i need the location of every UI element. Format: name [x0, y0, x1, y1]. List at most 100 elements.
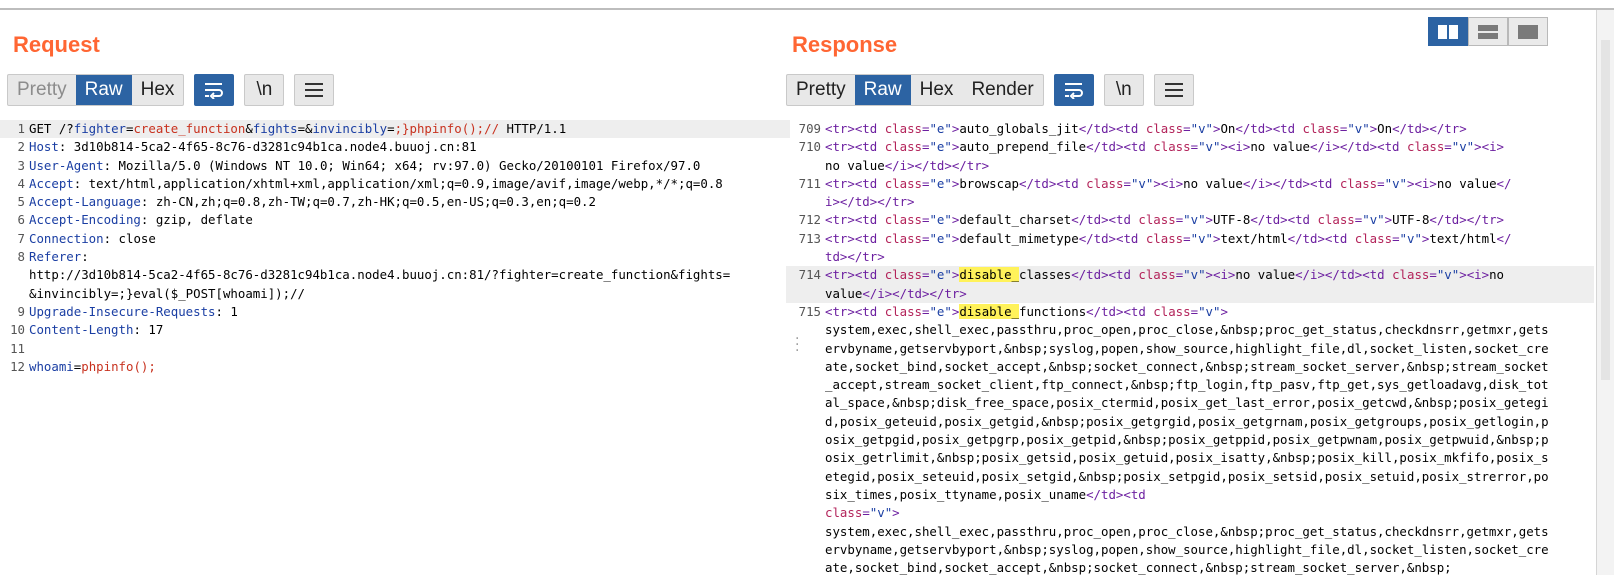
line-number: 713: [798, 230, 821, 246]
right-scrollbar[interactable]: [1596, 10, 1614, 575]
code-token: ><i>: [1153, 175, 1184, 191]
code-token: "v": [1451, 139, 1475, 155]
code-token: class: [1406, 139, 1445, 155]
code-token: class: [1153, 303, 1191, 319]
code-token: fights: [252, 121, 298, 136]
response-newline-button[interactable]: \n: [1103, 74, 1144, 106]
code-token: =: [862, 505, 870, 521]
layout-side-by-side-button[interactable]: [1428, 17, 1468, 46]
request-editor[interactable]: 1 GET /?fighter = create_function&fights=&i…: [0, 120, 790, 575]
code-token: &: [245, 121, 253, 136]
request-newline-button[interactable]: \n: [244, 74, 285, 106]
code-token: class: [1153, 139, 1191, 155]
code-token: <tr><td: [825, 212, 885, 228]
code-token: : gzip, deflate: [140, 212, 253, 228]
layout-side-by-side-icon: [1438, 24, 1458, 39]
code-token: whoami: [29, 358, 74, 374]
code-token: "v": [869, 505, 893, 521]
line-number: 709: [798, 121, 821, 136]
code-token: "e": [929, 267, 952, 283]
code-token: Referer: [29, 249, 82, 265]
hamburger-menu-icon: [1164, 83, 1183, 97]
code-token: UTF-8: [1213, 212, 1251, 228]
request-line: 4 Accept: text/html,application/xhtml+xml…: [0, 175, 790, 193]
code-token: "v": [1198, 303, 1221, 319]
code-token: "v": [1183, 267, 1206, 283]
code-token: =&: [297, 121, 313, 136]
request-tab-hex[interactable]: Hex: [132, 75, 184, 105]
code-token: auto_globals_jit: [959, 121, 1079, 136]
code-token: </td><td: [1235, 121, 1303, 136]
code-token: =: [1190, 139, 1199, 155]
response-line: 712 <tr><td class="e">default_charset</td…: [786, 211, 1594, 229]
line-content: Accept-Encoding: gzip, deflate: [27, 211, 765, 229]
code-token: class: [1354, 230, 1393, 246]
response-line: 713 <tr><td class="e">default_mimetype</t…: [786, 230, 1594, 267]
line-number: 715: [798, 303, 821, 319]
code-token: Connection: [29, 230, 104, 246]
response-tab-raw[interactable]: Raw: [854, 75, 911, 105]
request-wrap-button[interactable]: [194, 74, 235, 106]
code-token: ><i>: [1407, 175, 1437, 191]
line-number: 710: [798, 139, 821, 155]
response-line: 710 <tr><td class="e">auto_prepend_file</…: [786, 138, 1594, 175]
request-line: 5 Accept-Language: zh-CN,zh;q=0.8,zh-TW;q…: [0, 193, 790, 211]
code-token: class: [1302, 121, 1340, 136]
code-token: "v": [1384, 175, 1408, 191]
code-token: functions: [1019, 303, 1087, 319]
code-token: class: [1086, 175, 1124, 191]
code-token: no value: [1250, 139, 1310, 155]
line-content: <tr><td class="e">browscap</td><td class…: [823, 175, 1553, 212]
code-token: class: [825, 505, 863, 521]
code-token: : close: [103, 230, 156, 246]
code-token: invincibly: [312, 121, 388, 136]
code-token: : Mozilla/5.0 (Windows NT 10.0; Win64; x…: [103, 157, 701, 173]
scrollbar-thumb[interactable]: [1601, 40, 1610, 380]
code-token: </td></tr>: [1392, 121, 1467, 136]
code-token: "v": [1399, 230, 1422, 246]
hamburger-menu-icon: [305, 83, 324, 97]
code-token: browscap: [959, 175, 1020, 191]
code-token: <tr><td: [825, 267, 885, 283]
request-line: 7 Connection: close: [0, 230, 790, 248]
code-token: On: [1220, 121, 1236, 136]
code-token: "e": [929, 139, 952, 155]
code-token: fighter: [73, 121, 126, 136]
line-content: <tr><td class="e">auto_prepend_file</td>…: [823, 138, 1553, 175]
request-pane: Request Pretty Raw Hex \n 1 GET /?fighter…: [0, 10, 790, 575]
request-menu-button[interactable]: [294, 74, 335, 106]
line-number: 5: [17, 194, 25, 210]
layout-single-button[interactable]: [1508, 17, 1548, 46]
response-wrap-button[interactable]: [1053, 74, 1094, 106]
code-token: no value: [825, 157, 885, 173]
response-editor[interactable]: 709 <tr><td class="e">auto_globals_jit</t…: [786, 120, 1594, 575]
response-tab-render[interactable]: Render: [962, 75, 1042, 105]
line-content: <tr><td class="e">default_charset</td><t…: [823, 211, 1553, 229]
request-tab-pretty[interactable]: Pretty: [8, 75, 76, 105]
layout-toggle-group: [1428, 17, 1548, 46]
code-token: >: [892, 505, 900, 521]
request-line: 6 Accept-Encoding: gzip, deflate: [0, 211, 790, 229]
code-token: </i></td></tr>: [884, 157, 990, 173]
line-content: Accept: text/html,application/xhtml+xml,…: [27, 175, 765, 193]
code-token: >: [1384, 212, 1393, 228]
code-token: Upgrade-Insecure-Requests: [29, 303, 216, 319]
code-token: </td><td: [1250, 212, 1318, 228]
code-token: </td><td: [1019, 175, 1087, 191]
request-line: 3 User-Agent: Mozilla/5.0 (Windows NT 10.…: [0, 157, 790, 175]
code-token: "v": [1362, 212, 1385, 228]
code-token: "v": [1436, 267, 1460, 283]
line-content: whoami=phpinfo();: [27, 358, 765, 376]
request-tab-raw[interactable]: Raw: [75, 75, 132, 105]
request-title: Request: [13, 32, 100, 57]
code-token: class: [1138, 267, 1176, 283]
response-menu-button[interactable]: [1153, 74, 1194, 106]
response-tab-hex[interactable]: Hex: [911, 75, 963, 105]
response-tab-pretty[interactable]: Pretty: [787, 75, 855, 105]
line-number: 714: [798, 267, 821, 283]
layout-stacked-button[interactable]: [1468, 17, 1508, 46]
code-token: =: [1190, 303, 1199, 319]
code-token: class: [884, 139, 922, 155]
code-token: </td><td: [1078, 230, 1146, 246]
